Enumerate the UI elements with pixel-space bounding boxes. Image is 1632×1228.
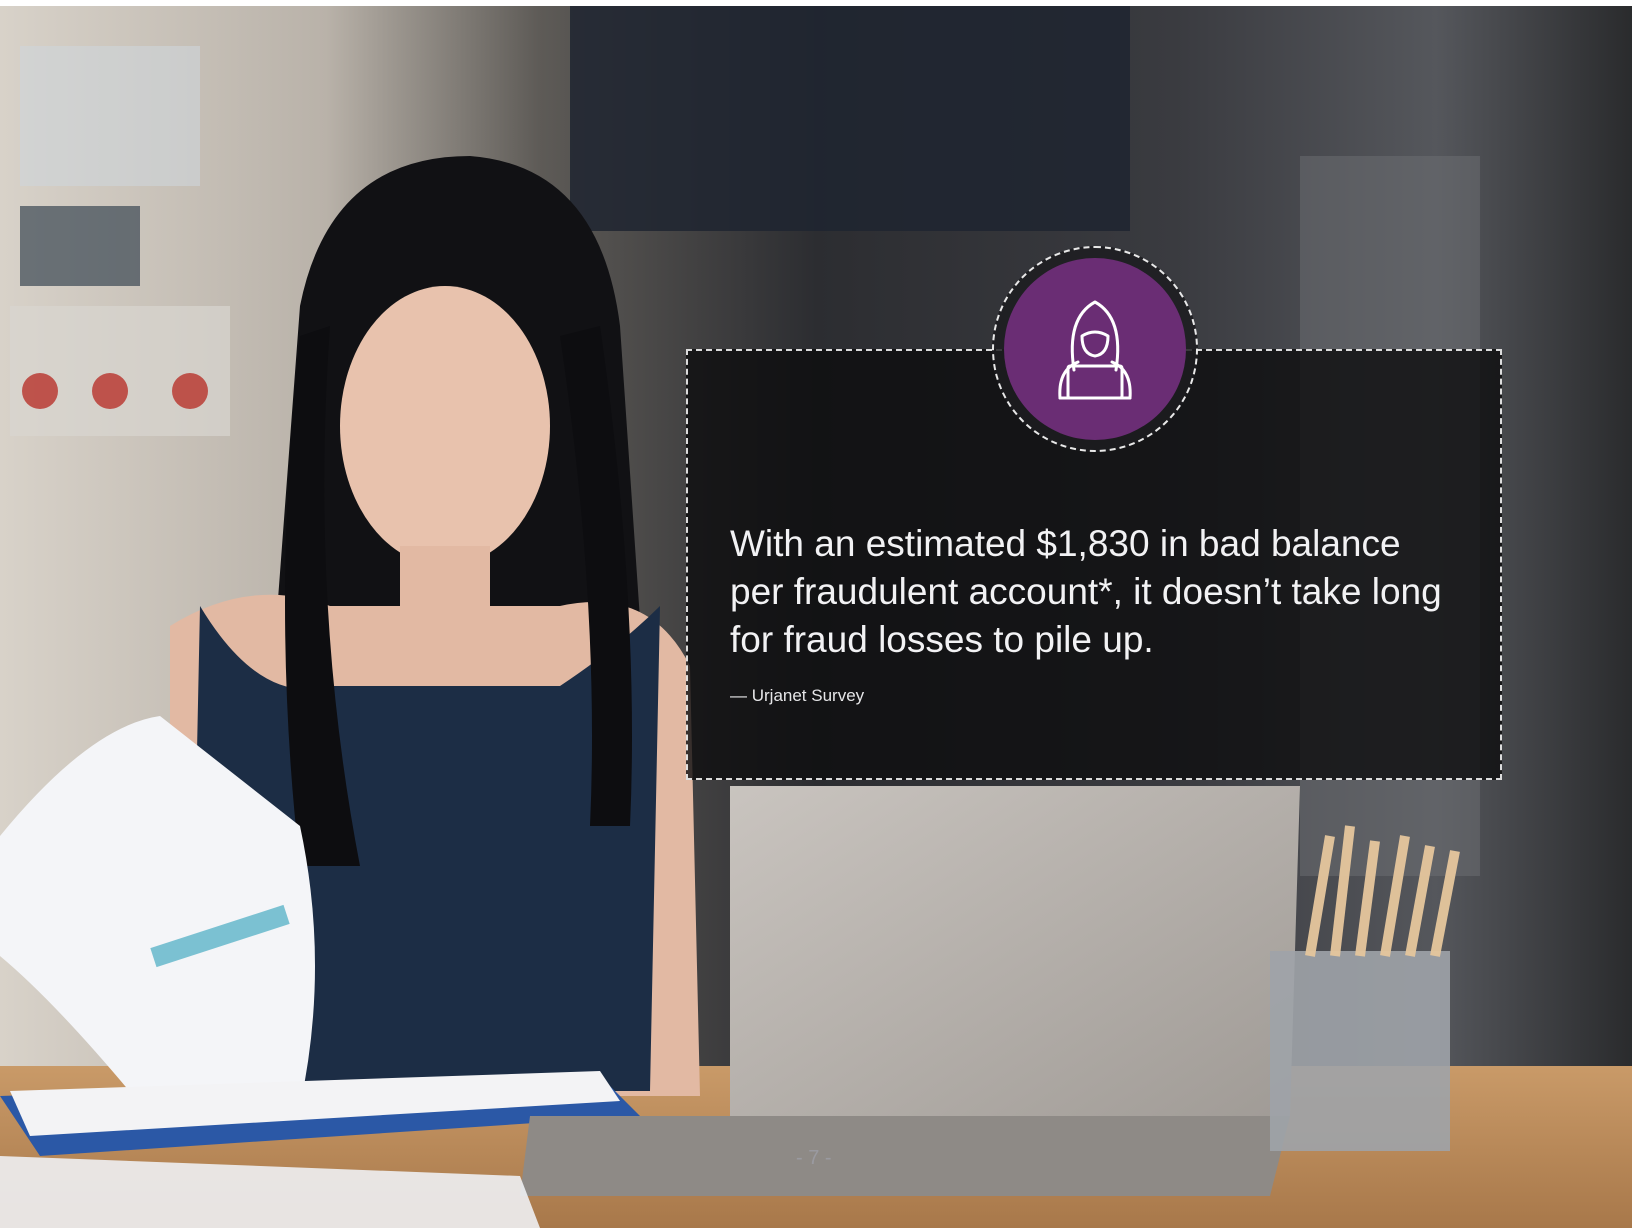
pull-quote: With an estimated $1,830 in bad balance … (730, 523, 1442, 660)
quote-source: — Urjanet Survey (730, 686, 865, 705)
page-number: - 7 - (796, 1147, 832, 1169)
document-page: With an estimated $1,830 in bad balance … (0, 0, 1632, 1228)
hooded-hacker-laptop-icon (1004, 258, 1186, 440)
